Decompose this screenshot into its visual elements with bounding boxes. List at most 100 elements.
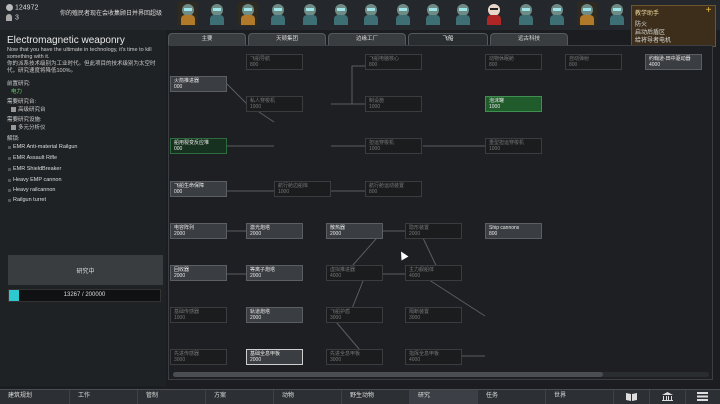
colonist-portrait[interactable] (268, 2, 288, 26)
tab-main[interactable]: 主要 (168, 33, 246, 45)
research-node[interactable]: 虚拟推进器 4000 (326, 265, 383, 281)
research-node[interactable]: 约翰逊-田中驱动器 4000 (645, 54, 702, 70)
event-message: 你的殖民者现在会收集顾日并界回超级 (60, 11, 163, 17)
colonist-portrait[interactable] (361, 2, 381, 26)
main-tab-wildlife[interactable]: 野生动物 (342, 390, 410, 404)
research-node[interactable]: 隐形装置 2000 (405, 223, 462, 239)
research-node[interactable]: 重型担运穿梭机 1000 (485, 138, 542, 154)
main-tab-work[interactable]: 工作 (70, 390, 138, 404)
main-tab-history[interactable] (614, 390, 650, 404)
silver-icon (6, 4, 13, 11)
silver-count: 124972 (15, 4, 39, 12)
colonist-count: 3 (15, 14, 19, 22)
unlocks-label: 解锁: (7, 136, 20, 142)
research-node[interactable]: 回收器 2000 (170, 265, 227, 281)
research-node[interactable]: 主力舰船体 4000 (405, 265, 462, 281)
research-node[interactable]: 飞船护盾 3000 (326, 307, 383, 323)
main-tab-assign[interactable]: 方案 (206, 390, 274, 404)
main-tab-research[interactable]: 研究 (410, 390, 478, 404)
research-progress-bar: 13267 / 200000 (8, 289, 161, 302)
research-node[interactable]: 激光炮塔 2000 (246, 223, 303, 239)
research-node[interactable]: 船用裂变反应堆 000 (170, 138, 227, 154)
colonist-portrait[interactable] (178, 2, 198, 26)
research-button[interactable]: 研究中 (8, 255, 163, 285)
colonist-portrait[interactable] (423, 2, 443, 26)
colonist-portrait[interactable] (331, 2, 351, 26)
building-icon (662, 392, 673, 401)
colonist-portrait[interactable] (547, 2, 567, 26)
colonist-portrait[interactable] (238, 2, 258, 26)
research-node[interactable]: 制设施 1000 (365, 96, 422, 112)
bench-icon (11, 107, 16, 113)
prereq-label: 前置研究: (7, 81, 31, 87)
research-node[interactable]: 基础全息甲板 2000 (246, 349, 303, 365)
learning-helper-panel[interactable]: 教学助手 + 防火 启动后盾区 给将导者电机 (631, 5, 716, 47)
unlock-item[interactable]: EMR Assault Rifle (7, 155, 57, 161)
research-node[interactable]: 散热器 2000 (326, 223, 383, 239)
progress-text: 13267 / 200000 (63, 292, 106, 298)
colonist-portrait[interactable] (453, 2, 473, 26)
main-tab-menu[interactable] (686, 390, 720, 404)
menu-icon (697, 392, 708, 401)
main-tab-quests[interactable]: 任务 (478, 390, 546, 404)
colonist-portrait[interactable] (393, 2, 413, 26)
research-node[interactable]: Ship cannons 800 (485, 223, 542, 239)
tab-tianshun[interactable]: 天顿集团 (248, 33, 326, 45)
research-node[interactable]: 电容阵列 2000 (170, 223, 227, 239)
main-tab-factions[interactable] (650, 390, 686, 404)
main-tab-animals[interactable]: 动物 (274, 390, 342, 404)
research-node[interactable]: 先进全息甲板 3000 (326, 349, 383, 365)
research-node[interactable]: 动物休眠舱 800 (485, 54, 542, 70)
colonist-portrait[interactable] (607, 2, 627, 26)
research-node[interactable]: 泡沫罐 1000 (485, 96, 542, 112)
learning-helper-title: 教学助手 (635, 11, 660, 17)
research-node[interactable]: 飞船生命保障 000 (170, 181, 227, 197)
unlock-item[interactable]: Heavy EMP cannon (8, 177, 62, 183)
main-tab-restrict[interactable]: 管制 (138, 390, 206, 404)
research-node[interactable]: 飞船导航 800 (246, 54, 303, 70)
project-info-panel: Electromagnetic weaponry Now that you ha… (0, 30, 166, 386)
project-title: Electromagnetic weaponry (7, 35, 125, 46)
tab-rim-factory[interactable]: 边缘工厂 (328, 33, 406, 45)
facility-icon (11, 125, 16, 131)
unlock-item[interactable]: Railgun turret (7, 197, 46, 203)
prereq-value: 电力 (11, 89, 23, 95)
bench-label: 需要研究台: (7, 99, 37, 105)
unlock-item[interactable]: EMR ShieldBreaker (7, 166, 61, 172)
tab-archotech[interactable]: 远古科技 (490, 33, 568, 45)
research-node[interactable]: 等离子炮塔 2000 (246, 265, 303, 281)
research-node[interactable]: 指挥全息甲板 4000 (405, 349, 462, 365)
colonist-icon (6, 14, 12, 21)
colonist-portrait[interactable] (300, 2, 320, 26)
silver-readout: 124972 (6, 4, 38, 11)
research-node[interactable]: 轨道炮塔 2000 (246, 307, 303, 323)
main-tab-architect[interactable]: 建筑规划 (0, 390, 70, 404)
research-node[interactable]: 飞船电脑核心 800 (365, 54, 422, 70)
main-tab-bar: 建筑规划 工作 管制 方案 动物 野生动物 研究 任务 世界 (0, 389, 720, 404)
colonist-portrait[interactable] (577, 2, 597, 26)
main-tab-world[interactable]: 世界 (546, 390, 614, 404)
research-node[interactable]: 航行舱运动装置 800 (365, 181, 422, 197)
research-node[interactable]: 基础传感器 1000 (170, 307, 227, 323)
research-tree[interactable]: 飞船导航 800 飞船电脑核心 800 动物休眠舱 800 自动弹射 800 约翰逊-田… (168, 45, 713, 380)
facility-label: 需要研究设施: (7, 117, 42, 123)
book-icon (626, 393, 637, 401)
research-node[interactable]: 隔断装置 3000 (405, 307, 462, 323)
horizontal-scrollbar[interactable] (173, 372, 709, 377)
research-node[interactable]: 火箭推进器 000 (170, 76, 227, 92)
colonist-portrait[interactable] (484, 2, 504, 26)
research-node[interactable]: 航行舱边船库 1000 (274, 181, 331, 197)
research-node[interactable]: 私人穿梭机 1000 (246, 96, 303, 112)
research-node[interactable]: 担运穿梭机 1000 (365, 138, 422, 154)
unlock-item[interactable]: Heavy railcannon (8, 187, 56, 193)
colonist-portrait[interactable] (207, 2, 227, 26)
research-node[interactable]: 自动弹射 800 (565, 54, 622, 70)
unlock-item[interactable]: EMR Anti-material Railgun (8, 144, 78, 150)
project-description: Now that you have the ultimate in techno… (7, 47, 156, 74)
research-node[interactable]: 先进传感器 3000 (170, 349, 227, 365)
expand-plus-icon[interactable]: + (704, 6, 713, 16)
scrollbar-thumb[interactable] (173, 372, 603, 377)
colonist-portrait[interactable] (516, 2, 536, 26)
alert-item[interactable]: 给将导者电机 (635, 35, 671, 44)
tab-ship[interactable]: 飞船 (408, 33, 488, 45)
